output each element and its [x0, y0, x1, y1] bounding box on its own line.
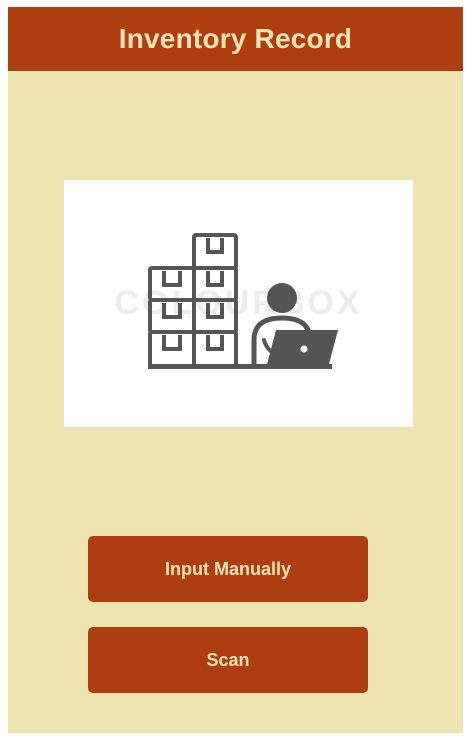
scan-button[interactable]: Scan [88, 627, 368, 693]
app-screen: Inventory Record COLOURBOX Input Manuall… [8, 7, 463, 733]
scan-label: Scan [206, 649, 250, 670]
hero-image: COLOURBOX [64, 180, 413, 427]
warehouse-boxes-person-laptop-icon [148, 233, 338, 369]
input-manually-button[interactable]: Input Manually [88, 536, 368, 602]
page-title: Inventory Record [118, 23, 353, 54]
app-header: Inventory Record [8, 7, 463, 71]
input-manually-label: Input Manually [165, 558, 291, 579]
